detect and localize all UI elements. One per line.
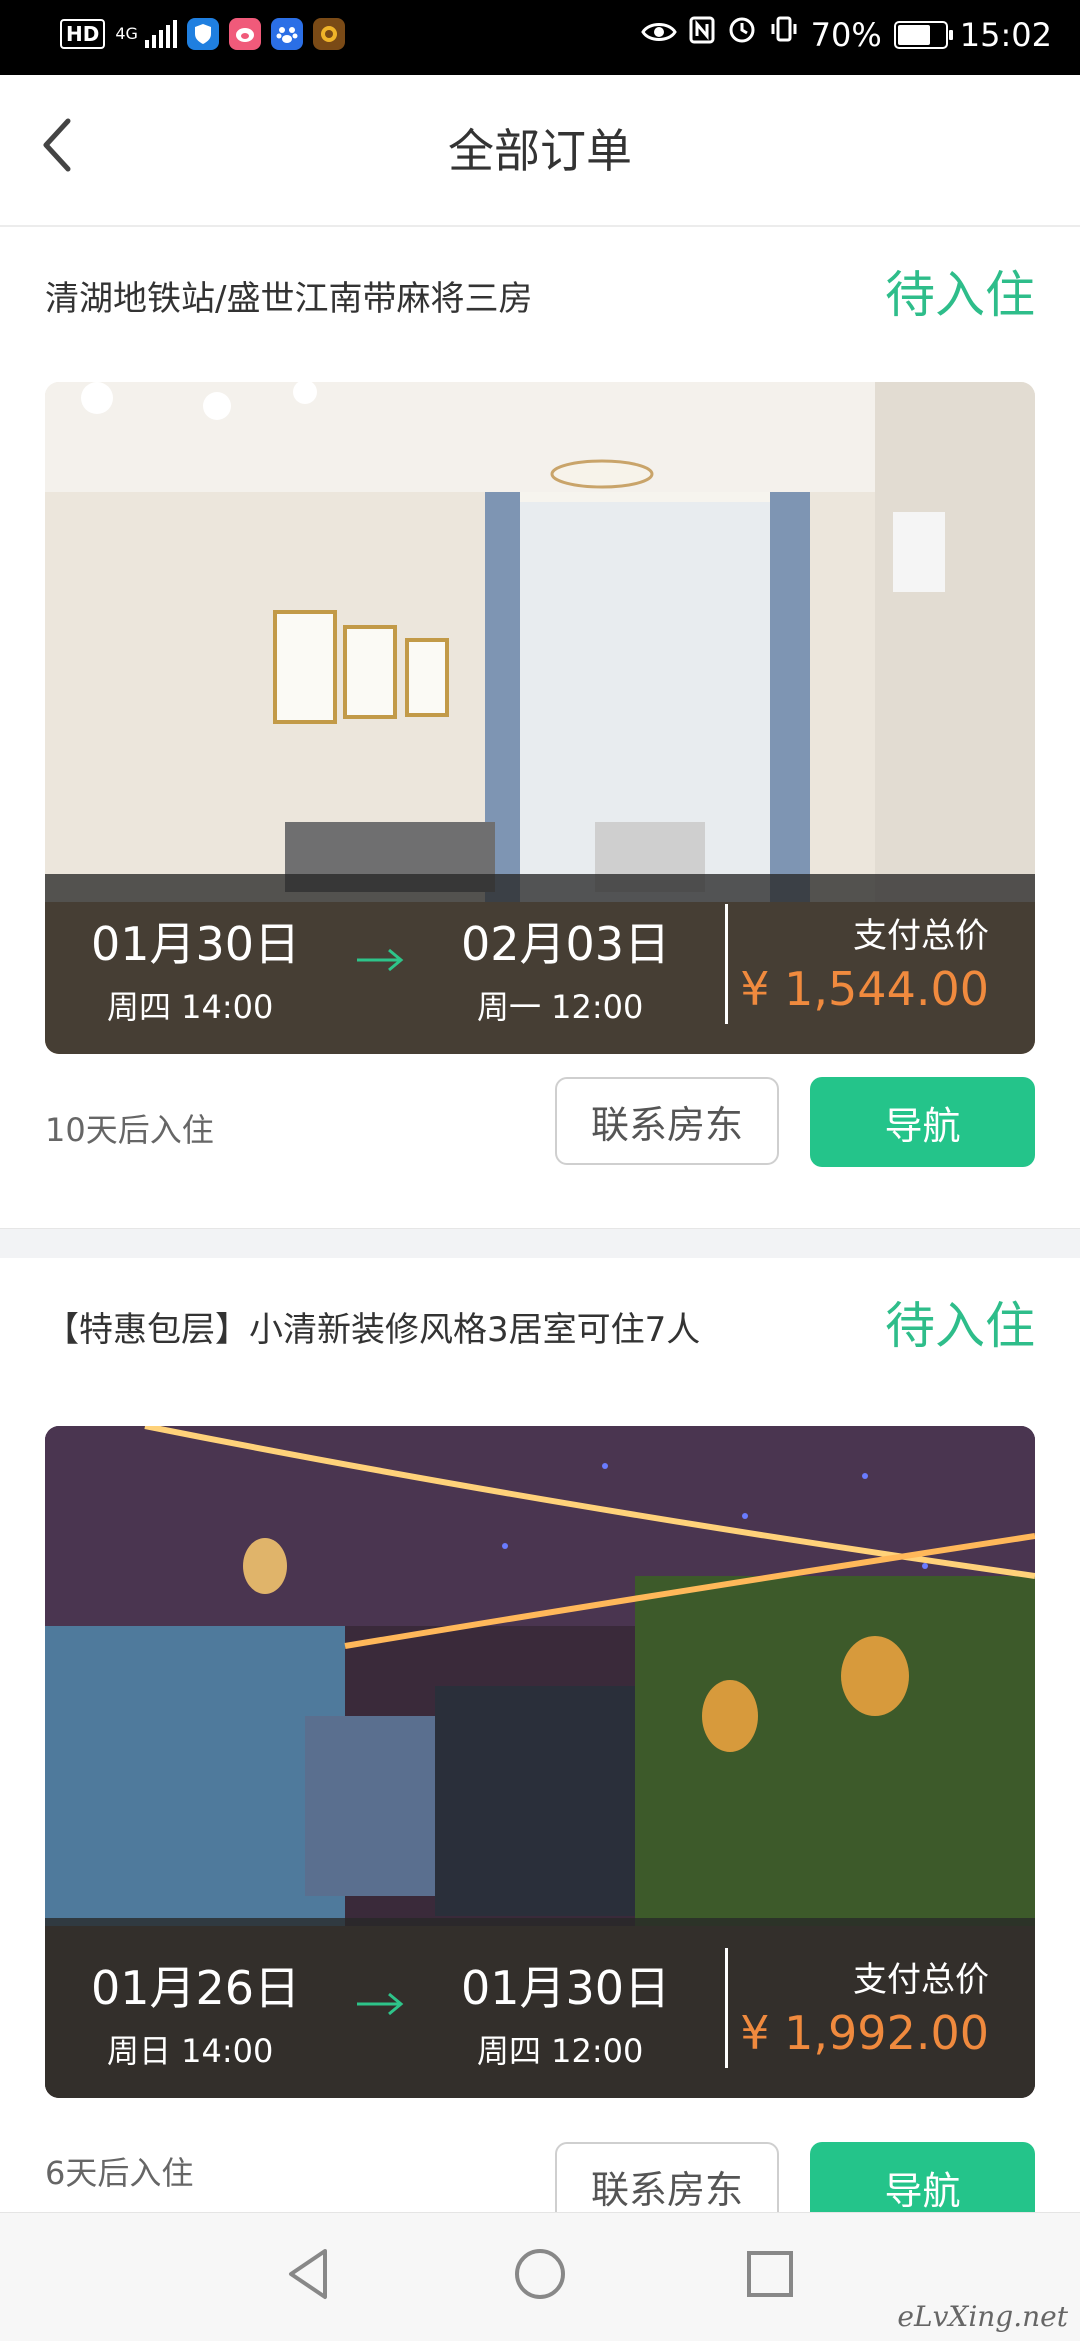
paw-app-icon (271, 18, 304, 50)
listing-photo[interactable]: 01月30日 周四 14:00 02月03日 周一 12:00 支付总价 ¥ 1… (45, 382, 1035, 1054)
contact-host-button[interactable]: 联系房东 (555, 1077, 779, 1165)
checkout-date: 02月03日 (461, 917, 671, 971)
checkin-time: 周日 14:00 (107, 2032, 274, 2070)
battery-icon (893, 20, 953, 49)
nfc-icon (689, 15, 715, 55)
order-card[interactable]: 清湖地铁站/盛世江南带麻将三房 待入住 01月30日 周四 14:00 02月0… (0, 227, 1080, 1228)
signal-icon (145, 20, 178, 48)
watermark: eLvXing.net (897, 2300, 1068, 2333)
system-nav-bar: eLvXing.net (0, 2212, 1080, 2341)
page-header: 全部订单 (0, 75, 1080, 227)
back-triangle-icon[interactable] (285, 2247, 331, 2301)
navigate-button[interactable]: 导航 (810, 2142, 1035, 2212)
order-status: 待入住 (885, 266, 1035, 324)
listing-photo[interactable]: 01月26日 周日 14:00 01月30日 周四 12:00 支付总价 ¥ 1… (45, 1426, 1035, 2098)
battery-percent: 70% (810, 15, 882, 54)
booking-info-overlay: 01月30日 周四 14:00 02月03日 周一 12:00 支付总价 ¥ 1… (45, 874, 1035, 1054)
arrow-right-icon (357, 948, 404, 972)
order-card[interactable]: 【特惠包层】小清新装修风格3居室可住7人 待入住 01月26日 周日 14:00 (0, 1258, 1080, 2212)
listing-name: 【特惠包层】小清新装修风格3居室可住7人 (45, 1310, 701, 1350)
checkout-time: 周四 12:00 (477, 2032, 644, 2070)
battery-fill (897, 24, 930, 45)
order-status: 待入住 (885, 1297, 1035, 1355)
clock: 15:02 (959, 15, 1052, 54)
checkin-date: 01月30日 (91, 917, 301, 971)
overlay-divider (725, 1948, 728, 2068)
overlay-divider (725, 904, 728, 1024)
network-type: 4G (115, 24, 138, 43)
listing-name: 清湖地铁站/盛世江南带麻将三房 (45, 279, 533, 319)
checkin-date: 01月26日 (91, 1961, 301, 2015)
status-bar-right: 70% 15:02 (640, 14, 1052, 55)
checkin-time: 周四 14:00 (107, 988, 274, 1026)
checkout-time: 周一 12:00 (477, 988, 644, 1026)
page-title: 全部订单 (448, 124, 632, 178)
home-circle-icon[interactable] (513, 2247, 567, 2301)
card-separator (0, 1228, 1080, 1259)
recents-square-icon[interactable] (745, 2249, 795, 2299)
total-price-label: 支付总价 (853, 1960, 989, 2000)
total-price: ¥ 1,992.00 (740, 2006, 989, 2060)
alarm-icon (727, 14, 757, 55)
total-price-label: 支付总价 (853, 916, 989, 956)
booking-info-overlay: 01月26日 周日 14:00 01月30日 周四 12:00 支付总价 ¥ 1… (45, 1918, 1035, 2098)
hd-icon: HD (60, 19, 106, 49)
navigate-button[interactable]: 导航 (810, 1077, 1035, 1167)
vibrate-icon (769, 14, 799, 55)
eye-comfort-icon (640, 15, 677, 55)
total-price: ¥ 1,544.00 (740, 962, 989, 1016)
checkin-countdown: 6天后入住 (45, 2154, 194, 2192)
shield-app-icon (187, 18, 220, 50)
pig-app-icon (229, 18, 262, 50)
checkout-date: 01月30日 (461, 1961, 671, 2015)
game-app-icon (313, 18, 346, 50)
status-bar-left: HD 4G (60, 18, 346, 50)
checkin-countdown: 10天后入住 (45, 1111, 214, 1149)
contact-host-button[interactable]: 联系房东 (555, 2142, 779, 2212)
status-bar: HD 4G 70% 15:02 (0, 0, 1080, 75)
arrow-right-icon (357, 1992, 404, 2016)
